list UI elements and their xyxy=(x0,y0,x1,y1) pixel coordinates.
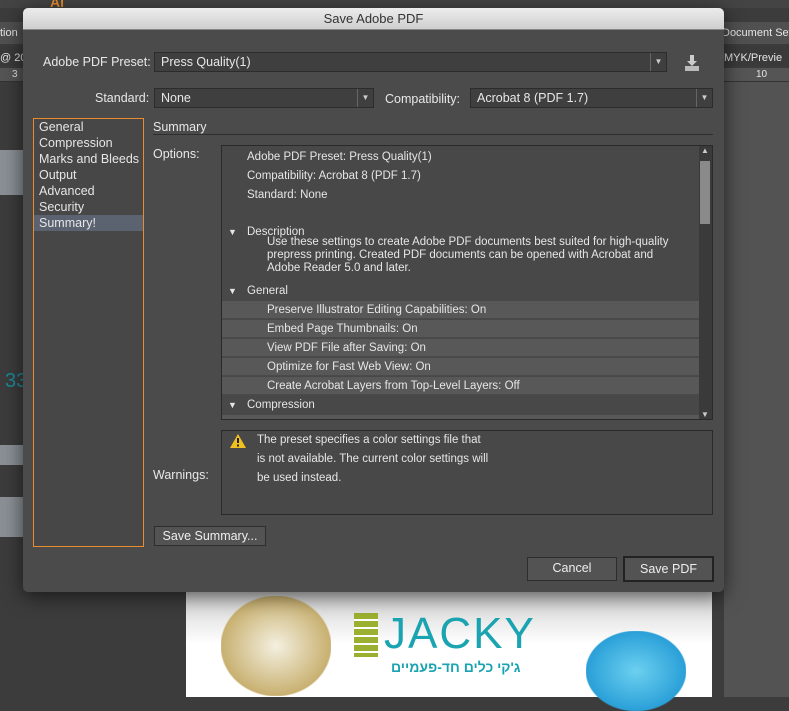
save-adobe-pdf-dialog: Save Adobe PDF Adobe PDF Preset: Press Q… xyxy=(23,8,724,592)
warnings-panel: The preset specifies a color settings fi… xyxy=(221,430,713,515)
general-item: Embed Page Thumbnails: On xyxy=(222,320,700,338)
disclosure-triangle-icon[interactable]: ▼ xyxy=(228,396,237,414)
category-list: General Compression Marks and Bleeds Out… xyxy=(33,118,144,547)
tableware-image xyxy=(221,596,331,696)
category-marks-and-bleeds[interactable]: Marks and Bleeds xyxy=(34,151,143,167)
left-panel-strip-2 xyxy=(0,445,23,465)
save-preset-icon[interactable] xyxy=(684,54,700,72)
cancel-button[interactable]: Cancel xyxy=(527,557,617,581)
warning-text-line: The preset specifies a color settings fi… xyxy=(257,434,481,446)
compatibility-select[interactable]: Acrobat 8 (PDF 1.7) ▼ xyxy=(470,88,713,108)
jacky-tagline: ג'קי כלים חד-פעמיים xyxy=(391,659,521,675)
artboard: JACKY ג'קי כלים חד-פעמיים xyxy=(186,591,712,711)
document-setup-button[interactable]: Document Set xyxy=(722,27,789,39)
jacky-logo: JACKY xyxy=(384,609,536,658)
scroll-down-icon[interactable]: ▼ xyxy=(701,410,709,419)
description-line: Adobe Reader 5.0 and later. xyxy=(267,262,411,274)
summary-standard: Standard: None xyxy=(247,189,328,201)
summary-options-panel: Adobe PDF Preset: Press Quality(1) Compa… xyxy=(221,145,713,420)
general-item: Optimize for Fast Web View: On xyxy=(222,358,700,376)
preset-value: Press Quality(1) xyxy=(161,55,251,69)
app-toolbar xyxy=(0,0,789,8)
category-security[interactable]: Security xyxy=(34,199,143,215)
scrollbar-thumb[interactable] xyxy=(700,161,710,224)
disclosure-triangle-icon[interactable]: ▼ xyxy=(228,282,237,300)
jacky-logo-icon xyxy=(354,613,378,657)
compression-heading[interactable]: ▼ Compression xyxy=(222,396,700,414)
left-panel-strip xyxy=(0,150,23,195)
section-divider xyxy=(153,134,713,135)
scrollbar[interactable]: ▲ ▼ xyxy=(699,146,712,419)
category-summary[interactable]: Summary! xyxy=(34,215,143,231)
chevron-down-icon: ▼ xyxy=(357,89,373,107)
blue-plates-image xyxy=(586,631,686,711)
general-heading[interactable]: ▼ General xyxy=(222,282,700,300)
ruler-label-right: 10 xyxy=(756,69,768,80)
chevron-down-icon: ▼ xyxy=(696,89,712,107)
compatibility-value: Acrobat 8 (PDF 1.7) xyxy=(477,91,589,105)
general-item: Create Acrobat Layers from Top-Level Lay… xyxy=(222,377,700,395)
compression-item xyxy=(222,415,700,419)
standard-label: Standard: xyxy=(95,91,150,105)
summary-compatibility: Compatibility: Acrobat 8 (PDF 1.7) xyxy=(247,170,421,182)
category-compression[interactable]: Compression xyxy=(34,135,143,151)
compatibility-label: Compatibility: xyxy=(385,92,461,106)
section-title: Summary xyxy=(153,120,207,134)
dialog-title: Save Adobe PDF xyxy=(23,8,724,30)
general-item: View PDF File after Saving: On xyxy=(222,339,700,357)
category-general[interactable]: General xyxy=(34,119,143,135)
scroll-up-icon[interactable]: ▲ xyxy=(701,146,709,155)
save-summary-button[interactable]: Save Summary... xyxy=(154,526,266,546)
save-pdf-button[interactable]: Save PDF xyxy=(623,556,714,582)
summary-preset: Adobe PDF Preset: Press Quality(1) xyxy=(247,151,432,163)
warning-text-line: is not available. The current color sett… xyxy=(257,453,489,465)
warnings-label: Warnings: xyxy=(153,468,209,482)
right-panel xyxy=(724,82,789,697)
ruler-label-left: 3 xyxy=(12,69,18,80)
general-item: Preserve Illustrator Editing Capabilitie… xyxy=(222,301,700,319)
warning-text-line: be used instead. xyxy=(257,472,342,484)
options-label: Options: xyxy=(153,147,200,161)
preset-select[interactable]: Press Quality(1) ▼ xyxy=(154,52,667,72)
warning-icon xyxy=(230,434,246,451)
standard-select[interactable]: None ▼ xyxy=(154,88,374,108)
control-bar-left-text: tion xyxy=(0,27,18,39)
chevron-down-icon: ▼ xyxy=(650,53,666,71)
category-advanced[interactable]: Advanced xyxy=(34,183,143,199)
standard-value: None xyxy=(161,91,191,105)
left-panel-strip-3 xyxy=(0,497,23,537)
category-output[interactable]: Output xyxy=(34,167,143,183)
doc-tab-right[interactable]: MYK/Previe xyxy=(724,52,782,64)
preset-label: Adobe PDF Preset: xyxy=(43,55,151,69)
